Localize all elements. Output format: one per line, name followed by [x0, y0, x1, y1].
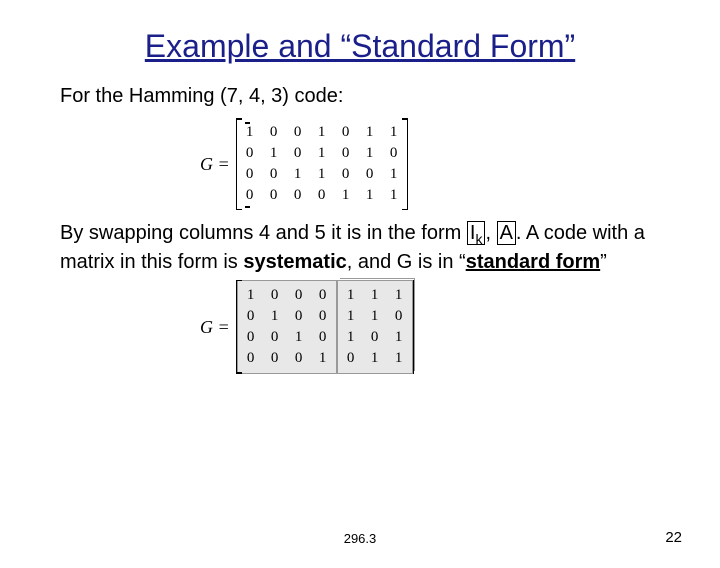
explanation-paragraph: By swapping columns 4 and 5 it is in the… [60, 220, 660, 276]
standard-form-word: standard form [466, 251, 600, 273]
slide-title: Example and “Standard Form” [0, 28, 720, 65]
intro-line: For the Hamming (7, 4, 3) code: [60, 83, 660, 110]
text-swap: By swapping columns 4 and 5 it is in the… [60, 222, 467, 244]
text-and-g: , and G is in “ [347, 251, 466, 273]
footer-course: 296.3 [0, 531, 720, 546]
g-equals-2: G = [200, 315, 230, 339]
slide-body: For the Hamming (7, 4, 3) code: G = 1001… [0, 83, 720, 374]
g-equals-1: G = [200, 152, 230, 176]
matrix-g2-identity: 1000010000100001 [237, 280, 337, 374]
boxed-A: A [497, 221, 516, 245]
matrix-g2-A: 111110101011 [337, 280, 413, 374]
footer-page-number: 22 [665, 529, 682, 546]
matrix-g1: 1001011010101000110010000111 [236, 118, 408, 210]
matrix-g1-block: G = 1001011010101000110010000111 [200, 118, 660, 210]
boxed-Ik: Ik [467, 221, 486, 245]
matrix-g2-block: G = 1000010000100001 111110101011 [200, 280, 660, 374]
systematic-word: systematic [243, 251, 346, 273]
matrix-g2: 1000010000100001 111110101011 [236, 280, 414, 374]
